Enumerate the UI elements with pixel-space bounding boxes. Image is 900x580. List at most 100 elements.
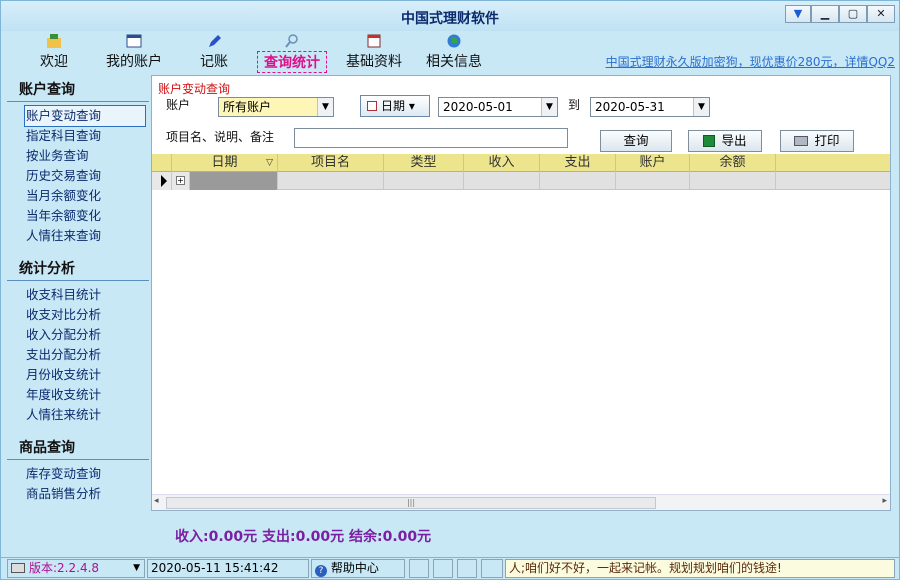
to-label: 到 [568, 98, 581, 112]
sidebar-item-subject-stats[interactable]: 收支科目统计 [7, 285, 149, 305]
sidebar-item-subject-query[interactable]: 指定科目查询 [7, 126, 149, 146]
sidebar-section-title: 商品查询 [7, 433, 149, 460]
query-panel: 账户变动查询 账户 所有账户 ▼ 日期 ▾ 2020-05-01 ▼ 到 202… [151, 75, 891, 511]
sidebar-item-inventory-query[interactable]: 库存变动查询 [7, 464, 149, 484]
row-header-corner [152, 154, 172, 172]
active-cell[interactable] [190, 172, 278, 190]
status-message: 人;咱们好不好，一起来记帐。规划规划咱们的钱途! [505, 559, 895, 578]
account-select[interactable]: 所有账户 ▼ [218, 97, 334, 117]
column-header-income[interactable]: 收入 [464, 154, 540, 172]
calendar-icon [367, 34, 381, 48]
account-select-value: 所有账户 [223, 100, 272, 114]
printer-icon [794, 136, 809, 146]
search-icon [285, 34, 298, 48]
close-button[interactable]: ✕ [867, 5, 895, 23]
column-header-account[interactable]: 账户 [616, 154, 690, 172]
grid-header: 日期 ▽ 项目名 类型 收入 支出 账户 余额 [152, 154, 890, 172]
sidebar-item-expense-analysis[interactable]: 支出分配分析 [7, 345, 149, 365]
date-to-picker[interactable]: 2020-05-31 ▼ [590, 97, 710, 117]
expand-icon[interactable]: + [172, 172, 190, 190]
sidebar-item-income-analysis[interactable]: 收入分配分析 [7, 325, 149, 345]
toolbar-query-stats-label: 查询统计 [257, 51, 327, 73]
grid-cell[interactable] [384, 172, 464, 190]
pen-icon [209, 35, 221, 47]
scroll-left-icon[interactable]: ◂ [154, 496, 159, 506]
new-row[interactable]: + [152, 172, 890, 190]
panel-layout-icon[interactable] [433, 559, 453, 578]
row-pointer-icon [152, 172, 172, 190]
sidebar-item-history-query[interactable]: 历史交易查询 [7, 166, 149, 186]
results-grid: 日期 ▽ 项目名 类型 收入 支出 账户 余额 + [152, 154, 890, 484]
query-button[interactable]: 查询 [600, 130, 672, 152]
status-datetime: 2020-05-11 15:41:42 [147, 559, 309, 578]
toolbar-basic-data-label: 基础资料 [346, 54, 402, 70]
date-from-value: 2020-05-01 [443, 100, 513, 114]
version-select[interactable]: 版本:2.2.4.8 ▼ [7, 559, 145, 578]
toolbar-bookkeeping[interactable]: 记账 [179, 31, 249, 71]
column-header-type[interactable]: 类型 [384, 154, 464, 172]
sidebar-item-gift-stats[interactable]: 人情往来统计 [7, 405, 149, 425]
toolbar-welcome-label: 欢迎 [40, 54, 68, 70]
version-icon [11, 563, 25, 573]
info-icon[interactable] [457, 559, 477, 578]
chart-icon[interactable] [481, 559, 503, 578]
sidebar-item-monthly-stats[interactable]: 月份收支统计 [7, 365, 149, 385]
help-center-button[interactable]: ? 帮助中心 [311, 559, 405, 578]
window-title: 中国式理财软件 [401, 11, 499, 27]
minimize-button[interactable]: ▁ [811, 5, 839, 23]
sidebar-item-monthly-balance[interactable]: 当月余额变化 [7, 186, 149, 206]
scroll-right-icon[interactable]: ▸ [882, 496, 887, 506]
panel-title: 账户变动查询 [158, 82, 231, 96]
sidebar-item-gift-query[interactable]: 人情往来查询 [7, 226, 149, 246]
grid-cell[interactable] [278, 172, 384, 190]
sidebar-section-title: 统计分析 [7, 254, 149, 281]
sidebar-item-yearly-balance[interactable]: 当年余额变化 [7, 206, 149, 226]
version-label: 版本:2.2.4.8 [29, 561, 100, 575]
column-header-expense[interactable]: 支出 [540, 154, 616, 172]
horizontal-scrollbar[interactable]: ◂ ||| ▸ [152, 494, 890, 510]
date-to-value: 2020-05-31 [595, 100, 665, 114]
promo-link[interactable]: 中国式理财永久版加密狗，现优惠价280元，详情QQ2 [606, 53, 895, 70]
toolbar-basic-data[interactable]: 基础资料 [339, 31, 409, 71]
maximize-button[interactable]: ▢ [839, 5, 867, 23]
grid-cell[interactable] [690, 172, 776, 190]
print-button[interactable]: 打印 [780, 130, 854, 152]
date-button-label: 日期 [381, 99, 406, 113]
title-bar: 中国式理财软件 ▼ ▁ ▢ ✕ [1, 1, 899, 31]
excel-icon [703, 135, 716, 147]
date-from-picker[interactable]: 2020-05-01 ▼ [438, 97, 558, 117]
toolbar-welcome[interactable]: 欢迎 [19, 31, 89, 71]
sidebar-item-business-query[interactable]: 按业务查询 [7, 146, 149, 166]
date-filter-button[interactable]: 日期 ▾ [360, 95, 430, 117]
export-button[interactable]: 导出 [688, 130, 762, 152]
chevron-down-icon[interactable]: ▼ [693, 98, 709, 116]
column-header-balance[interactable]: 余额 [690, 154, 776, 172]
toolbar-my-account[interactable]: 我的账户 [99, 31, 169, 71]
sidebar-item-yearly-stats[interactable]: 年度收支统计 [7, 385, 149, 405]
sidebar-item-sales-analysis[interactable]: 商品销售分析 [7, 484, 149, 504]
column-header-item[interactable]: 项目名 [278, 154, 384, 172]
dropdown-menu-button[interactable]: ▼ [785, 5, 811, 23]
main-toolbar: 欢迎 我的账户 记账 查询统计 基础资料 相关信息 中国式理财永久版加密狗，现优… [1, 31, 899, 73]
grid-cell[interactable] [464, 172, 540, 190]
totals-summary: 收入:0.00元 支出:0.00元 结余:0.00元 [175, 529, 432, 545]
toolbar-query-stats[interactable]: 查询统计 [257, 31, 327, 73]
window-layout-icon[interactable] [409, 559, 429, 578]
sidebar-item-compare-analysis[interactable]: 收支对比分析 [7, 305, 149, 325]
print-button-label: 打印 [814, 133, 840, 148]
grid-cell[interactable] [540, 172, 616, 190]
export-button-label: 导出 [721, 133, 747, 148]
help-label: 帮助中心 [330, 561, 379, 575]
scroll-thumb[interactable]: ||| [166, 497, 656, 509]
chevron-down-icon[interactable]: ▼ [133, 560, 140, 577]
chevron-down-icon[interactable]: ▼ [317, 98, 333, 116]
sidebar-item-account-change-query[interactable]: 账户变动查询 [24, 105, 146, 127]
chevron-down-icon[interactable]: ▼ [541, 98, 557, 116]
sidebar-section-title: 账户查询 [7, 75, 149, 102]
keyword-label: 项目名、说明、备注 [166, 130, 275, 144]
toolbar-related-info-label: 相关信息 [426, 54, 482, 70]
grid-cell[interactable] [616, 172, 690, 190]
keyword-input[interactable] [294, 128, 568, 148]
column-header-date[interactable]: 日期 ▽ [172, 154, 278, 172]
toolbar-related-info[interactable]: 相关信息 [419, 31, 489, 71]
